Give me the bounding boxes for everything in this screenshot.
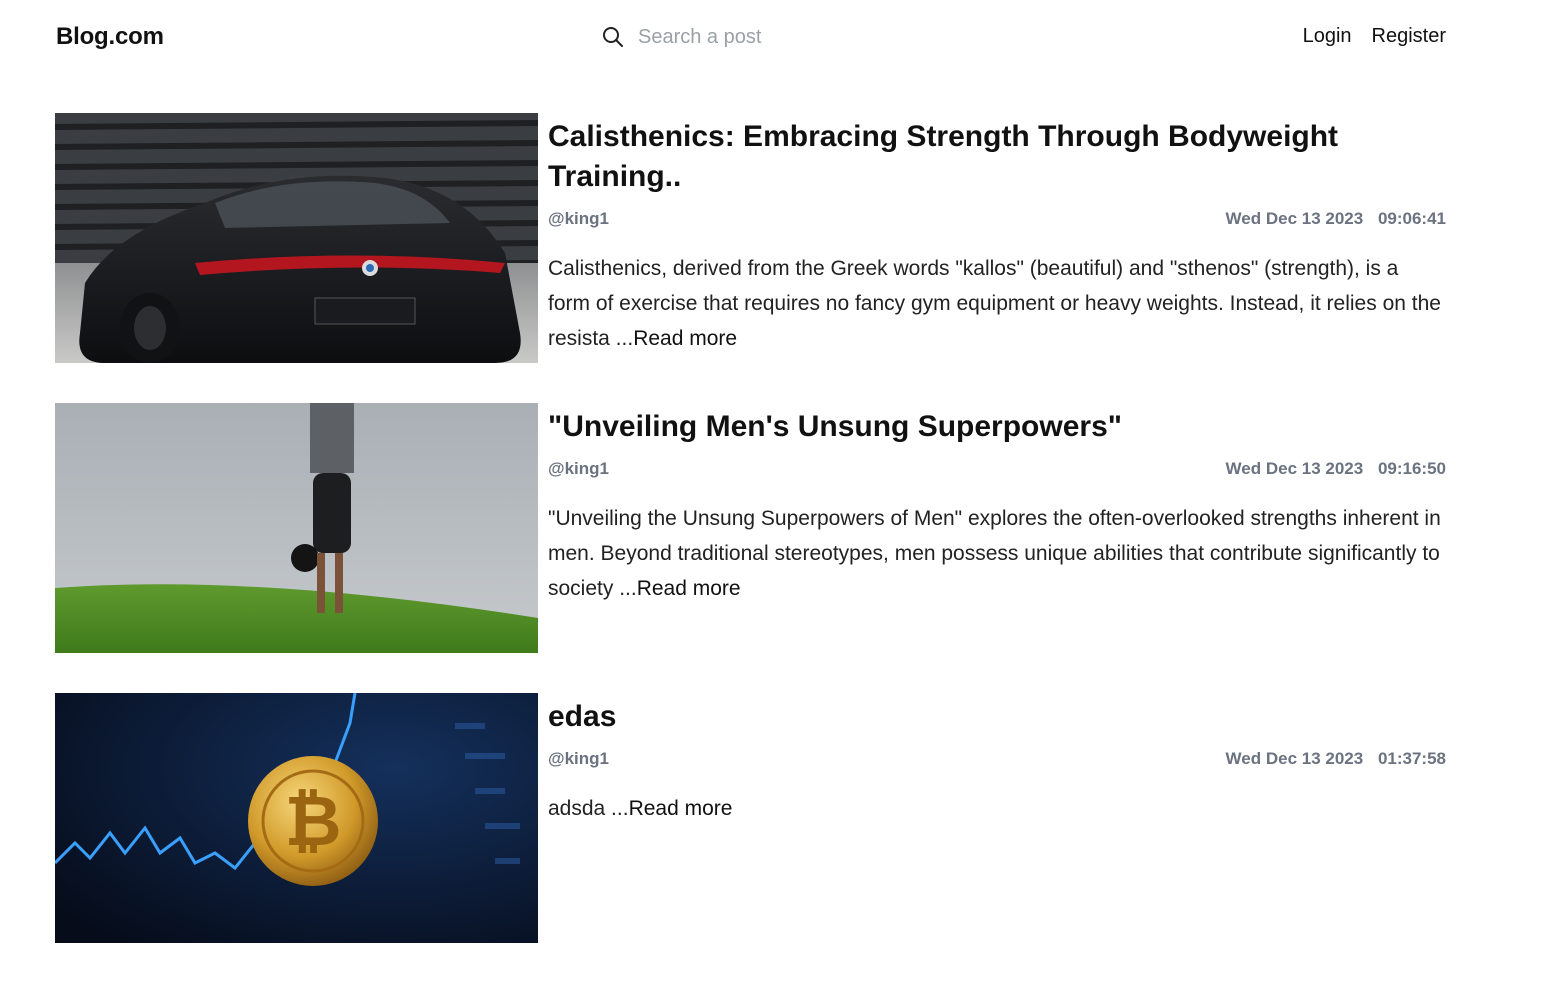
post-datetime: Wed Dec 13 2023 09:16:50 [1226, 459, 1446, 479]
search-icon[interactable] [602, 26, 624, 48]
search-bar [602, 22, 942, 52]
search-input[interactable] [638, 25, 918, 49]
site-header: Blog.com Login Register [0, 0, 1546, 76]
post-date: Wed Dec 13 2023 [1225, 459, 1364, 478]
post-thumbnail-bitcoin[interactable]: ₿ [55, 693, 538, 943]
post-title[interactable]: "Unveiling Men's Unsung Superpowers" [548, 407, 1446, 447]
post-meta: @king1 Wed Dec 13 2023 01:37:58 [548, 749, 1446, 769]
post-excerpt-text: adsda ... [548, 797, 629, 820]
post-info: edas @king1 Wed Dec 13 2023 01:37:58 ads… [548, 693, 1446, 826]
post-date: Wed Dec 13 2023 [1225, 749, 1364, 768]
post-date: Wed Dec 13 2023 [1225, 209, 1364, 228]
post-author[interactable]: @king1 [548, 209, 609, 229]
svg-text:₿: ₿ [284, 780, 341, 862]
post-author[interactable]: @king1 [548, 749, 609, 769]
post-meta: @king1 Wed Dec 13 2023 09:06:41 [548, 209, 1446, 229]
login-link[interactable]: Login [1303, 25, 1352, 48]
post-time: 09:06:41 [1377, 209, 1446, 228]
post-time: 01:37:58 [1377, 749, 1446, 768]
auth-nav: Login Register [1303, 25, 1446, 48]
car-photo [55, 113, 538, 363]
post-card: Calisthenics: Embracing Strength Through… [55, 113, 1447, 363]
read-more-link[interactable]: Read more [637, 577, 741, 600]
post-meta: @king1 Wed Dec 13 2023 09:16:50 [548, 459, 1446, 479]
post-excerpt: adsda ...Read more [548, 791, 1446, 826]
post-info: Calisthenics: Embracing Strength Through… [548, 113, 1446, 356]
post-info: "Unveiling Men's Unsung Superpowers" @ki… [548, 403, 1446, 606]
post-time: 09:16:50 [1377, 459, 1446, 478]
post-thumbnail-car[interactable] [55, 113, 538, 363]
post-card: ₿ edas @king1 Wed Dec 13 2023 01:37:58 a… [55, 693, 1447, 943]
post-list: Calisthenics: Embracing Strength Through… [55, 113, 1447, 983]
bitcoin-photo: ₿ [55, 693, 538, 943]
post-title[interactable]: Calisthenics: Embracing Strength Through… [548, 117, 1446, 197]
post-datetime: Wed Dec 13 2023 01:37:58 [1226, 749, 1446, 769]
site-logo[interactable]: Blog.com [56, 23, 164, 51]
post-author[interactable]: @king1 [548, 459, 609, 479]
post-excerpt: Calisthenics, derived from the Greek wor… [548, 251, 1446, 356]
read-more-link[interactable]: Read more [633, 327, 737, 350]
post-title[interactable]: edas [548, 697, 1446, 737]
post-card: "Unveiling Men's Unsung Superpowers" @ki… [55, 403, 1447, 653]
handstand-photo [55, 403, 538, 653]
post-excerpt: "Unveiling the Unsung Superpowers of Men… [548, 501, 1446, 606]
post-thumbnail-handstand[interactable] [55, 403, 538, 653]
register-link[interactable]: Register [1372, 25, 1446, 48]
read-more-link[interactable]: Read more [629, 797, 733, 820]
post-datetime: Wed Dec 13 2023 09:06:41 [1226, 209, 1446, 229]
